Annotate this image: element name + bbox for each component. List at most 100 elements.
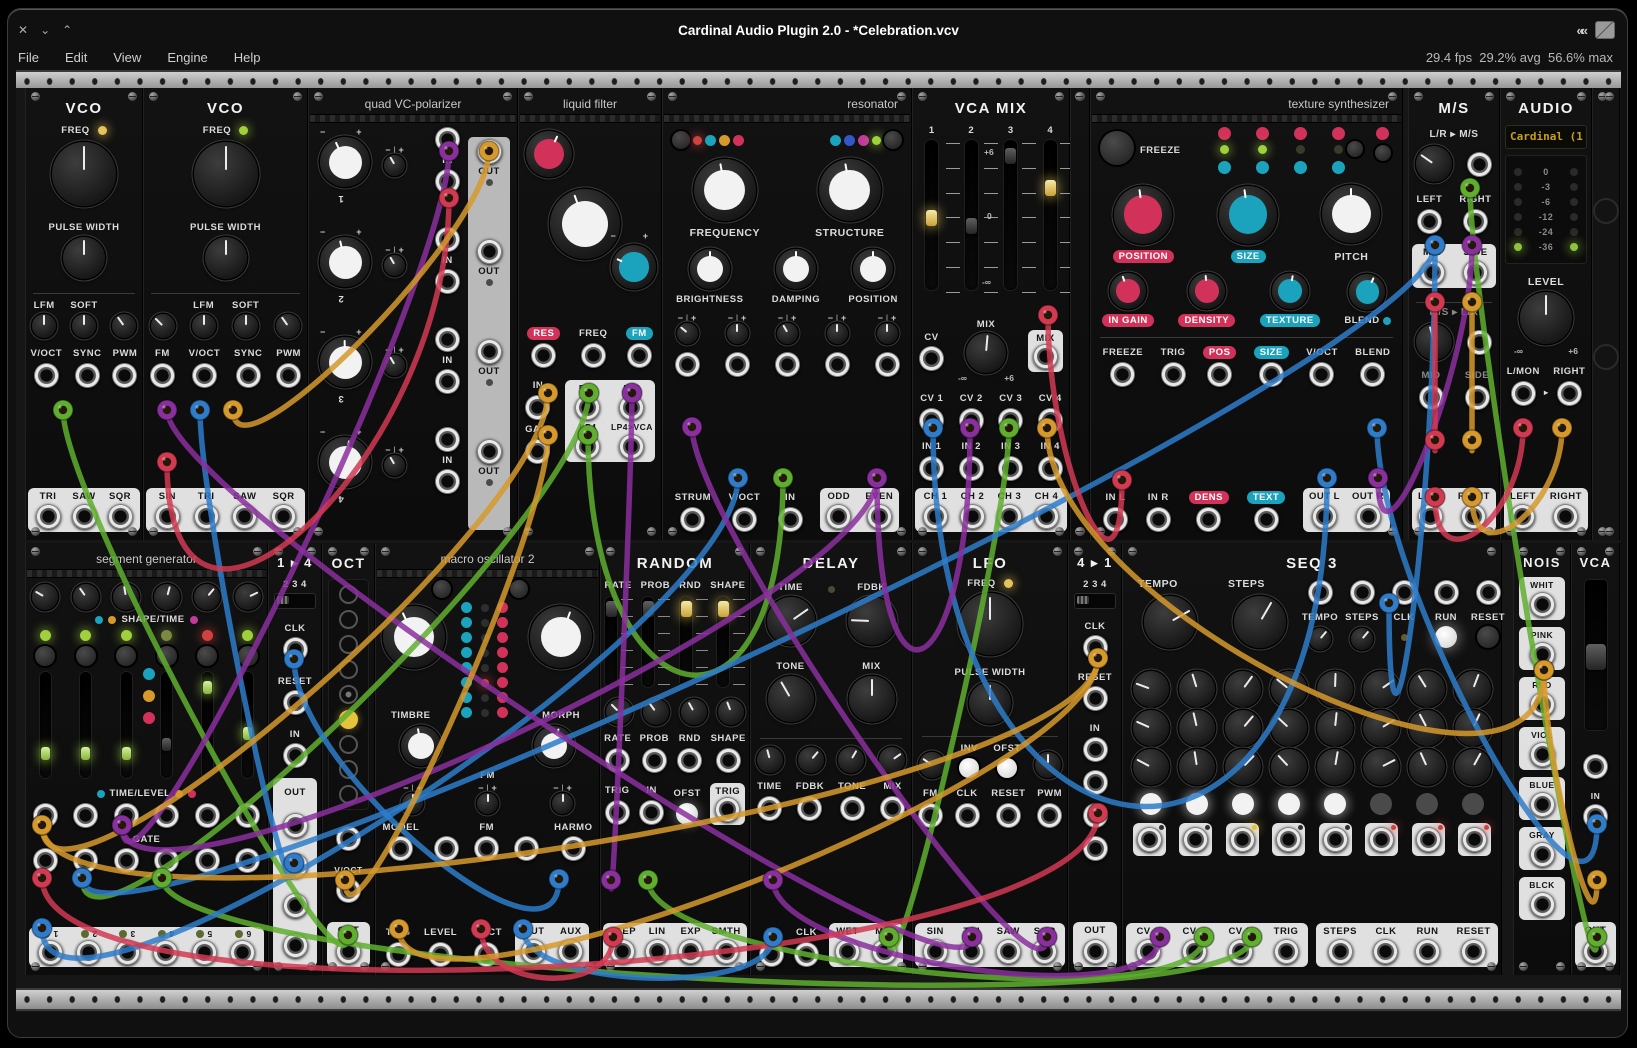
cv-shape-jack[interactable] [716,748,741,773]
segment-output[interactable] [192,940,217,965]
segment-output[interactable] [76,940,101,965]
input-voct-jack[interactable] [474,942,499,967]
output-trig[interactable] [1274,939,1299,964]
gate-jack[interactable] [114,848,139,873]
output-sin[interactable] [155,504,180,529]
segment-type-button[interactable] [116,646,136,666]
decode-in-side-jack[interactable] [1465,385,1490,410]
octave-option[interactable] [339,785,358,804]
slider-handle[interactable] [243,727,252,740]
segment-type-button[interactable] [197,646,217,666]
in-jack[interactable] [525,395,550,420]
encode-cv-jack[interactable] [1467,152,1492,177]
cv-jack[interactable] [435,227,460,252]
segment-slider[interactable] [80,672,91,778]
noise-red-jack[interactable] [1530,692,1555,717]
segment-output[interactable] [38,940,63,965]
input-fm-jack[interactable] [150,363,175,388]
output-tri[interactable] [959,939,984,964]
cv-jack[interactable] [775,352,800,377]
io-dens[interactable] [1196,507,1221,532]
cv-amount-knob[interactable] [838,747,864,773]
output-cv2[interactable] [1182,939,1207,964]
texture-knob[interactable] [1272,273,1308,309]
menu-file[interactable]: File [18,50,39,65]
step-knob[interactable] [1317,749,1353,785]
time-level-jack[interactable] [235,803,260,828]
shape-time-knob[interactable] [154,584,180,610]
top-steps-jack[interactable] [1350,580,1375,605]
output-saw[interactable] [72,504,97,529]
input-voct-jack[interactable] [732,507,757,532]
pitch-knob[interactable] [1322,185,1380,243]
frequency-knob[interactable] [383,606,445,668]
level-slider[interactable] [925,140,938,290]
inv-button[interactable] [959,758,979,778]
size-knob[interactable] [1219,186,1277,244]
in-in1-jack[interactable] [919,456,944,481]
step-knob[interactable] [1133,710,1169,746]
in-jack[interactable] [435,469,460,494]
slider-handle[interactable] [1586,644,1606,670]
freq-knob[interactable] [52,142,116,206]
noise-pink-jack[interactable] [1530,642,1555,667]
mod-knob[interactable] [276,314,300,338]
tone-knob[interactable] [768,676,814,722]
gate-jack[interactable] [1230,827,1255,852]
decode-cv-jack[interactable] [1467,330,1492,355]
cv-amount-knob[interactable] [757,747,783,773]
random-slider[interactable] [717,597,729,687]
cv-amount-knob[interactable] [718,699,744,725]
channel-switch[interactable] [1074,593,1116,609]
out-jack[interactable] [477,239,502,264]
attenuverter-knob[interactable] [384,155,405,176]
attenuverter-knob[interactable] [477,793,498,814]
input-level-jack[interactable] [428,942,453,967]
output-sqr[interactable] [271,504,296,529]
cv-size[interactable] [1259,362,1284,387]
density-knob[interactable] [1189,273,1225,309]
gate-jack[interactable] [33,848,58,873]
pulse-width-knob[interactable] [969,682,1011,724]
output-tri[interactable] [36,504,61,529]
time-level-jack[interactable] [154,803,179,828]
ctrl-run-jack[interactable] [1415,939,1440,964]
slider-handle[interactable] [41,747,50,760]
step-knob[interactable] [1225,710,1261,746]
output-aux[interactable] [558,939,583,964]
pulse-width-knob[interactable] [63,237,105,279]
model-prev-button[interactable] [433,580,451,598]
time-level-jack[interactable] [73,803,98,828]
slider-handle[interactable] [966,218,977,234]
ctrl-steps-jack[interactable] [1328,939,1353,964]
input-pwm-jack[interactable] [276,363,301,388]
in-jack[interactable] [1083,803,1108,828]
segment-slider[interactable] [242,672,253,778]
poly-button[interactable] [672,131,690,149]
step-knob[interactable] [1133,749,1169,785]
attenuverter-knob[interactable] [777,323,798,344]
decode-out-right[interactable] [1461,504,1486,529]
cv-fm-jack[interactable] [918,803,943,828]
segment-slider[interactable] [121,672,132,778]
input-strum-jack[interactable] [680,507,705,532]
cv-amount-knob[interactable] [606,699,632,725]
ctrl-reset-jack[interactable] [1461,939,1486,964]
cv-jack[interactable] [675,352,700,377]
cv-jack[interactable] [725,352,750,377]
in-jack[interactable] [435,169,460,194]
step-knob[interactable] [1317,710,1353,746]
out-jack[interactable] [477,139,502,164]
in-jack[interactable] [435,369,460,394]
cv-fm-jack[interactable] [627,343,652,368]
clk-in-jack[interactable] [794,942,819,967]
menu-edit[interactable]: Edit [65,50,87,65]
steps-knob[interactable] [1234,596,1286,648]
level-slider[interactable] [965,140,978,290]
output-sqr[interactable] [108,504,133,529]
res-knob[interactable] [526,131,572,177]
in-jack[interactable] [1083,737,1108,762]
encode-width-knob[interactable] [1416,146,1452,182]
monitor-left-jack[interactable] [1511,381,1536,406]
step-knob[interactable] [1409,671,1445,707]
